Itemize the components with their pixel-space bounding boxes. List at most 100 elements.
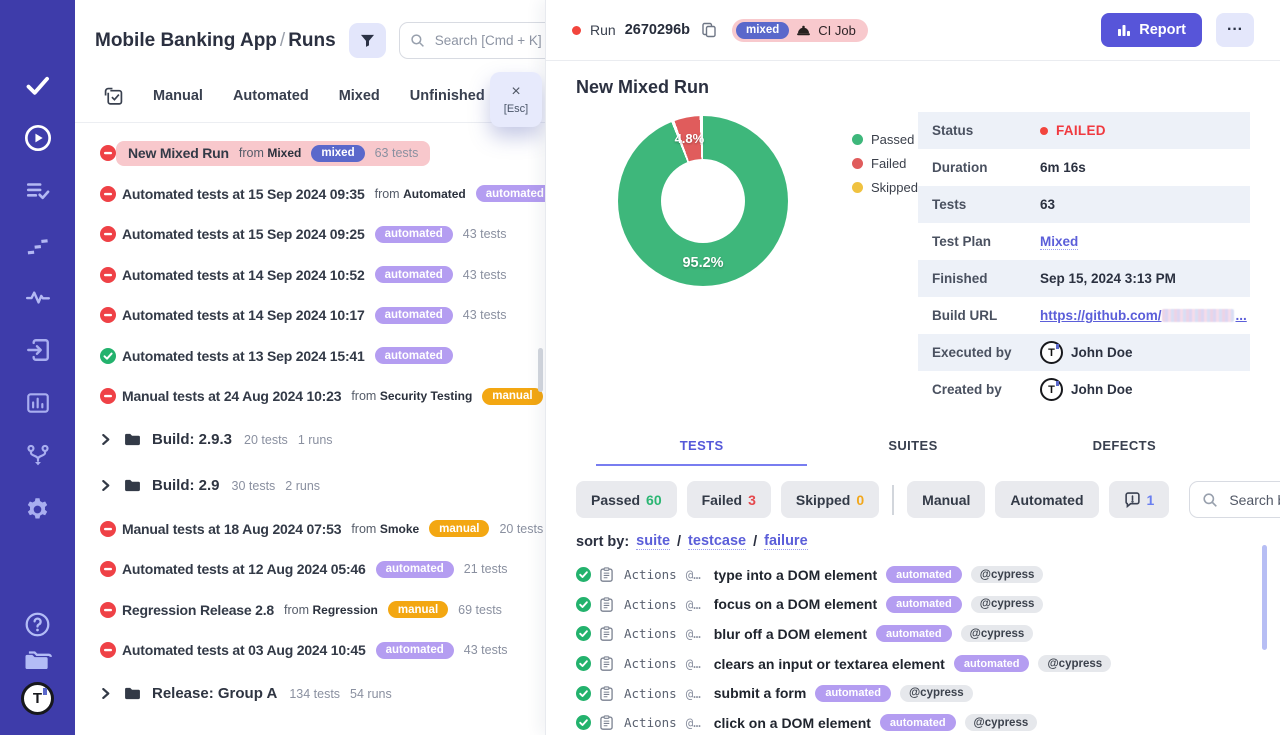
run-type-badge: automated [375,226,453,243]
test-plans-icon[interactable] [23,177,53,205]
results-donut-chart: 95.2% 4.8% [618,116,788,286]
run-row[interactable]: Automated tests at 14 Sep 2024 10:17 aut… [75,295,545,336]
run-row-title: Regression Release 2.8 [122,602,274,618]
test-row[interactable]: Actions @… clears an input or textarea e… [576,649,1250,679]
run-type-badge: automated [376,642,454,659]
settings-gear-icon[interactable] [23,495,53,523]
test-row[interactable]: Actions @… type into a DOM element autom… [576,560,1250,590]
info-row: Executed by TJohn Doe [918,334,1250,371]
legend-item-failed: Failed [852,156,918,171]
report-button[interactable]: Report [1101,13,1202,47]
run-row-body: Automated tests at 03 Aug 2024 10:45 aut… [116,638,520,663]
projects-folder-icon[interactable] [23,647,53,673]
run-row[interactable]: Automated tests at 03 Aug 2024 10:45 aut… [75,630,545,671]
sort-by-failure[interactable]: failure [764,533,808,550]
tab-tests[interactable]: TESTS [596,438,807,466]
runs-list: New Mixed Run from Mixed mixed 63 tests … [75,123,545,717]
test-row[interactable]: Actions @… submit a form automated @cypr… [576,678,1250,708]
tab-unfinished[interactable]: Unfinished [410,88,485,104]
filter-failed[interactable]: Failed3 [687,481,771,518]
failed-status-icon [100,186,116,202]
sign-in-icon[interactable] [23,336,53,364]
tab-automated[interactable]: Automated [233,88,309,104]
tab-manual[interactable]: Manual [153,88,203,104]
folder-row[interactable]: Release: Group A 134 tests 54 runs [75,671,545,717]
test-row[interactable]: Actions @… click on a DOM element automa… [576,708,1250,735]
pulse-icon[interactable] [23,283,53,311]
test-type-badge: automated [876,625,952,642]
filter-button[interactable] [349,23,386,58]
title-search-input[interactable] [1227,491,1280,509]
passed-status-icon [576,567,591,582]
filter-passed[interactable]: Passed60 [576,481,677,518]
left-scrollbar-thumb[interactable] [538,348,543,392]
tab-defects[interactable]: DEFECTS [1019,438,1230,466]
more-button[interactable]: ··· [1216,13,1254,47]
run-info-table: Status FAILED Duration 6m 16s Tests 63 T… [918,112,1250,408]
folder-tests-count: 20 tests [244,433,288,447]
run-type-badge: automated [375,347,453,364]
run-source: from Smoke [351,522,419,536]
passed-dot [852,134,863,145]
page-title: Runs [288,30,336,51]
right-scrollbar-thumb[interactable] [1262,545,1267,650]
filter-skipped[interactable]: Skipped0 [781,481,879,518]
tests-icon[interactable] [23,71,53,99]
filter-automated[interactable]: Automated [995,481,1098,518]
app: T Mobile Banking App/Runs Manual Automat… [0,0,1280,735]
run-row[interactable]: Automated tests at 15 Sep 2024 09:35 fro… [75,174,545,215]
info-row: Status FAILED [918,112,1250,149]
search-input[interactable] [433,32,545,49]
folder-runs-count: 1 runs [298,433,333,447]
analytics-icon[interactable] [23,389,53,417]
folder-row[interactable]: Build: 2.9.3 20 tests 1 runs [75,417,545,463]
filters-divider [892,485,894,515]
test-row[interactable]: Actions @… focus on a DOM element automa… [576,590,1250,620]
chevron-right-icon[interactable] [100,434,111,445]
run-row[interactable]: Automated tests at 12 Aug 2024 05:46 aut… [75,549,545,590]
chevron-right-icon[interactable] [100,480,111,491]
passed-percent-label: 95.2% [682,255,723,271]
run-row[interactable]: Regression Release 2.8 from Regression m… [75,590,545,631]
detail-tabs: TESTS SUITES DEFECTS [576,438,1250,466]
tab-mixed[interactable]: Mixed [339,88,380,104]
steps-icon[interactable] [23,230,53,258]
run-row[interactable]: Automated tests at 13 Sep 2024 15:41 aut… [75,336,545,377]
project-name[interactable]: Mobile Banking App [95,30,277,51]
sort-by-suite[interactable]: suite [636,533,670,550]
menu-icon[interactable] [22,24,54,46]
branch-icon[interactable] [23,442,53,470]
tab-suites[interactable]: SUITES [807,438,1018,466]
user-name: John Doe [1071,345,1133,360]
chart-legend: Passed Failed Skipped [852,132,918,195]
run-type-badge: manual [429,520,489,537]
test-tag-badge: @cypress [900,685,973,702]
run-row[interactable]: Automated tests at 14 Sep 2024 10:52 aut… [75,255,545,296]
filters-row: Passed60 Failed3 Skipped0 Manual Automat… [576,481,1250,518]
app-logo[interactable]: T [21,682,54,715]
filter-comments[interactable]: 1 [1109,481,1170,518]
run-row[interactable]: Automated tests at 15 Sep 2024 09:25 aut… [75,214,545,255]
select-runs-icon[interactable] [103,86,123,106]
run-row[interactable]: Manual tests at 18 Aug 2024 07:53 from S… [75,509,545,550]
info-row: Build URL https://github.com/... [918,297,1250,334]
sort-by-testcase[interactable]: testcase [688,533,746,550]
test-plan-link[interactable]: Mixed [1040,234,1078,250]
chevron-right-icon[interactable] [100,688,111,699]
build-url-link[interactable]: https://github.com/... [1040,308,1247,323]
run-row-title: Manual tests at 24 Aug 2024 10:23 [122,388,341,404]
search-box [399,22,545,59]
test-row[interactable]: Actions @… blur off a DOM element automa… [576,619,1250,649]
ci-job-pill[interactable]: mixed CI Job [732,19,868,42]
test-suite-path: @… [686,597,701,612]
filter-manual[interactable]: Manual [907,481,985,518]
run-row[interactable]: Manual tests at 24 Aug 2024 10:23 from S… [75,376,545,417]
runs-play-icon[interactable] [23,124,53,152]
test-suite: Actions [624,656,677,671]
copy-icon[interactable] [699,20,719,40]
help-icon[interactable] [23,610,53,638]
folder-icon [124,687,141,700]
folder-row[interactable]: Build: 2.9 30 tests 2 runs [75,463,545,509]
esc-button[interactable]: × [Esc] [490,72,542,127]
run-row[interactable]: New Mixed Run from Mixed mixed 63 tests [75,133,545,174]
